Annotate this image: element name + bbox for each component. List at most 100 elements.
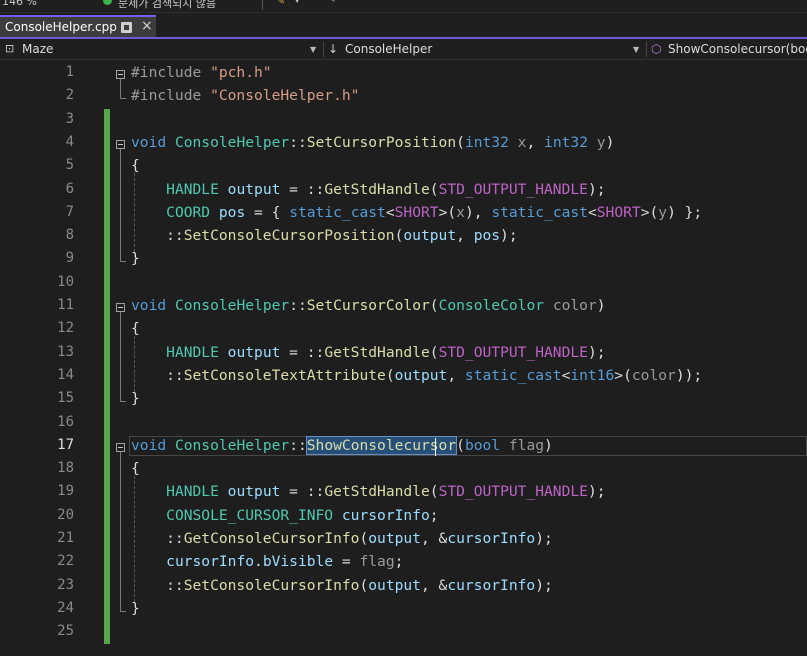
code-token: HANDLE bbox=[166, 180, 219, 198]
code-token: SetConsoleCursorPosition bbox=[183, 227, 395, 245]
code-text: HANDLE output = ::GetStdHandle(STD_OUTPU… bbox=[131, 483, 606, 501]
code-line[interactable]: 12 { bbox=[0, 318, 807, 341]
code-token: >( bbox=[640, 203, 659, 221]
code-line[interactable]: 11 void ConsoleHelper::SetCursorColor(Con… bbox=[0, 295, 807, 318]
code-editor[interactable]: 1 #include "pch.h" 2 #include "ConsoleHelpe… bbox=[0, 60, 807, 656]
code-token: SHORT bbox=[394, 203, 439, 221]
code-token: #include bbox=[131, 64, 211, 81]
code-token: int32 bbox=[544, 133, 588, 151]
code-line[interactable]: 24} bbox=[0, 598, 807, 621]
line-number: 12 bbox=[57, 320, 74, 337]
line-number: 15 bbox=[57, 390, 74, 407]
code-line[interactable]: 6 HANDLE output = ::GetStdHandle(STD_OUT… bbox=[0, 179, 807, 202]
code-line[interactable]: 20 CONSOLE_CURSOR_INFO cursorInfo; bbox=[0, 505, 807, 528]
code-token: y bbox=[658, 203, 668, 221]
code-line[interactable]: 21 ::GetConsoleCursorInfo(output, &curso… bbox=[0, 528, 807, 551]
project-dropdown[interactable]: ⊡ Maze ▼ bbox=[0, 39, 322, 59]
code-token: :: bbox=[131, 227, 184, 245]
code-token: , & bbox=[420, 530, 448, 547]
code-token: >( bbox=[438, 203, 457, 221]
code-line[interactable]: 9} bbox=[0, 248, 807, 271]
code-text: ::SetConsoleCursorInfo(output, &cursorIn… bbox=[131, 577, 553, 594]
code-line[interactable]: 1 #include "pch.h" bbox=[0, 62, 807, 85]
code-token: COORD bbox=[166, 203, 211, 221]
code-token: int16 bbox=[570, 366, 615, 384]
code-token: "ConsoleHelper.h" bbox=[210, 87, 360, 105]
code-cleanup-icon[interactable]: ✎ bbox=[276, 0, 285, 7]
line-number: 24 bbox=[57, 599, 74, 616]
chevron-down-icon[interactable]: ▼ bbox=[294, 0, 300, 4]
nav-arrow-icon[interactable]: ◂ bbox=[330, 0, 335, 5]
error-status-text[interactable]: 문제가 검색되지 않음 bbox=[118, 0, 216, 11]
code-line[interactable]: 5{ bbox=[0, 155, 807, 178]
code-token: } bbox=[131, 390, 140, 408]
code-text: ::GetConsoleCursorInfo(output, &cursorIn… bbox=[131, 530, 553, 547]
code-token: pos bbox=[218, 203, 246, 221]
pin-icon[interactable] bbox=[121, 22, 132, 33]
member-dropdown[interactable]: ⬡ ShowConsolecursor(bool bbox=[648, 39, 807, 59]
code-line[interactable]: 7 COORD pos = { static_cast<SHORT>(x), s… bbox=[0, 202, 807, 225]
line-number: 7 bbox=[65, 203, 74, 220]
code-line[interactable]: 3 bbox=[0, 109, 807, 132]
code-line[interactable]: 4 void ConsoleHelper::SetCursorPosition(i… bbox=[0, 132, 807, 155]
code-line[interactable]: 19 HANDLE output = ::GetStdHandle(STD_OU… bbox=[0, 481, 807, 504]
code-token: GetConsoleCursorInfo bbox=[183, 530, 360, 547]
code-line[interactable]: 2 #include "ConsoleHelper.h" bbox=[0, 85, 807, 108]
highlighted-symbol: ShowConsolecursor bbox=[305, 435, 458, 455]
line-number: 13 bbox=[57, 343, 74, 360]
code-line[interactable]: 8 ::SetConsoleCursorPosition(output, pos… bbox=[0, 225, 807, 248]
code-token: void bbox=[131, 436, 167, 454]
code-token: :: bbox=[131, 530, 184, 547]
line-number: 16 bbox=[57, 413, 74, 430]
code-line[interactable]: 22 cursorInfo.bVisible = flag; bbox=[0, 551, 807, 574]
line-number: 17 bbox=[57, 436, 74, 453]
code-line[interactable]: 17 void ConsoleHelper::ShowConsolecursor(… bbox=[0, 435, 807, 458]
code-token: :: bbox=[289, 133, 307, 151]
code-token: ( bbox=[429, 180, 439, 198]
code-token: void bbox=[131, 133, 167, 151]
code-token: output bbox=[227, 483, 281, 501]
code-line[interactable]: 23 ::SetConsoleCursorInfo(output, &curso… bbox=[0, 575, 807, 598]
scope-dropdown[interactable]: ↓ ConsoleHelper ▼ bbox=[325, 39, 645, 59]
code-line[interactable]: 14 ::SetConsoleTextAttribute(output, sta… bbox=[0, 365, 807, 388]
code-line[interactable]: 16 bbox=[0, 412, 807, 435]
zoom-level[interactable]: 146 % bbox=[2, 0, 37, 8]
code-token: :: bbox=[289, 436, 307, 454]
line-number: 22 bbox=[57, 553, 74, 570]
code-token: GetStdHandle bbox=[324, 180, 430, 198]
code-token: output bbox=[227, 180, 281, 198]
line-number: 1 bbox=[65, 64, 74, 80]
code-token: < bbox=[385, 203, 395, 221]
code-token: output bbox=[403, 227, 457, 245]
code-token: output bbox=[368, 530, 421, 547]
navigation-bar: ⊡ Maze ▼ ↓ ConsoleHelper ▼ ⬡ ShowConsole… bbox=[0, 39, 807, 60]
tab-consolehelper-cpp[interactable]: ConsoleHelper.cpp × bbox=[0, 15, 156, 37]
line-number: 6 bbox=[65, 180, 74, 197]
line-number: 3 bbox=[65, 110, 74, 127]
code-token: :: bbox=[131, 576, 184, 594]
navbar-divider bbox=[323, 41, 324, 57]
navbar-divider bbox=[646, 41, 647, 57]
code-line[interactable]: 10 bbox=[0, 272, 807, 295]
code-token: static_cast bbox=[491, 203, 588, 221]
code-line[interactable]: 15} bbox=[0, 388, 807, 411]
code-token: void bbox=[131, 297, 167, 314]
project-icon: ⊡ bbox=[5, 42, 15, 55]
close-icon[interactable]: × bbox=[141, 18, 153, 34]
code-text: } bbox=[131, 250, 140, 267]
code-text: HANDLE output = ::GetStdHandle(STD_OUTPU… bbox=[131, 343, 605, 361]
code-line[interactable]: 18 { bbox=[0, 458, 807, 481]
method-icon: ⬡ bbox=[651, 42, 662, 56]
code-line[interactable]: 13 HANDLE output = ::GetStdHandle(STD_OU… bbox=[0, 342, 807, 365]
code-text: { bbox=[131, 157, 140, 174]
code-line[interactable]: 25 bbox=[0, 621, 807, 644]
code-token: , bbox=[456, 227, 474, 245]
code-text: cursorInfo.bVisible = flag; bbox=[131, 553, 403, 570]
code-token: HANDLE bbox=[166, 343, 219, 361]
code-token: ); bbox=[587, 483, 606, 501]
